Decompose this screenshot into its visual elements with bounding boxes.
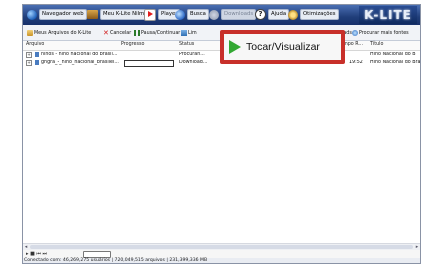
search-more-button[interactable]: Procurar mais fontes [352,29,409,37]
help-icon: ? [255,9,266,20]
play-icon [229,40,241,54]
nav-options-label: Otimizações [300,9,339,20]
row-time-left: 19:52 [349,60,363,65]
file-icon [35,52,39,57]
nav-library-label: Meu K-Lite Nilm [100,9,148,20]
row-title: Hino Nacional do B [370,52,416,57]
scrollbar-thumb[interactable] [30,245,413,249]
player-controls: ▸ ■ ⏮ ⏭ [23,250,420,258]
row-status: Procuran... [179,52,205,57]
play-preview-callout: Tocar/Visualizar [220,30,345,64]
row-title: Hino Nacional do Bra [370,60,420,65]
volume-slider[interactable] [83,251,111,258]
search-more-label: Procurar mais fontes [359,30,409,36]
row-expander[interactable]: + [26,60,32,66]
cancel-label: Cancelar [110,30,132,36]
row-file-name: gngra_-_hino_nacional_brasilei... [41,60,119,65]
nav-search-button[interactable]: Busca [175,7,209,22]
header-status[interactable]: Status [179,42,194,47]
nav-options-button[interactable]: Otimizações [288,7,339,22]
header-title[interactable]: Título [370,42,383,47]
search-icon [175,9,185,20]
list-icon [181,30,187,36]
globe-icon [27,9,37,20]
nav-web-label: Navegador web [39,9,87,20]
nav-search-label: Busca [187,9,209,20]
downloads-icon [209,9,219,20]
play-preview-label: Tocar/Visualizar [246,41,320,53]
app-window: Navegador web Meu K-Lite Nilm Player Bus… [22,4,421,264]
pause-icon [134,30,140,36]
row-status: Download... [179,60,208,65]
row-file-name: hinos - hino nacional do brasil... [41,52,118,57]
file-icon [35,60,39,65]
search-sources-icon [352,30,358,36]
horizontal-scrollbar[interactable]: ◂ ▸ [23,243,420,250]
cancel-button[interactable]: ✕ Cancelar [103,29,131,37]
play-preview-button[interactable]: Tocar/Visualizar [224,34,341,60]
close-icon: ✕ [103,29,109,37]
k-lite-logo: K-LITE [359,6,417,24]
nav-downloads-button[interactable]: Downloads [209,7,257,22]
library-icon [87,10,98,19]
folder-icon [27,30,33,36]
header-progress[interactable]: Progresso [121,42,144,47]
nav-help-label: Ajuda [268,9,290,20]
my-files-label: Meus Arquivos do K-Lite [34,30,92,36]
top-nav-bar: Navegador web Meu K-Lite Nilm Player Bus… [23,5,420,25]
gear-icon [288,9,298,20]
nav-help-button[interactable]: ? Ajuda [255,7,290,22]
nav-library-button[interactable]: Meu K-Lite Nilm [87,7,148,22]
list-button[interactable]: Lim [181,29,197,37]
nav-web-button[interactable]: Navegador web [27,7,87,22]
screenshot-frame: Navegador web Meu K-Lite Nilm Player Bus… [0,0,425,266]
row-expander[interactable]: + [26,52,32,58]
my-files-button[interactable]: Meus Arquivos do K-Lite [27,29,91,37]
status-bar: Conectado com: 46,269,275 usuários | 720… [23,258,420,263]
pause-continue-button[interactable]: Pausa/Continuar [134,29,180,37]
pause-continue-label: Pausa/Continuar [141,30,181,36]
playback-buttons[interactable]: ▸ ■ ⏮ ⏭ [26,251,47,257]
row-progress-bar [124,60,174,67]
list-label: Lim [188,30,197,36]
header-file[interactable]: Arquivo [26,42,44,47]
player-icon [144,8,156,21]
nav-downloads-label: Downloads [221,9,257,20]
